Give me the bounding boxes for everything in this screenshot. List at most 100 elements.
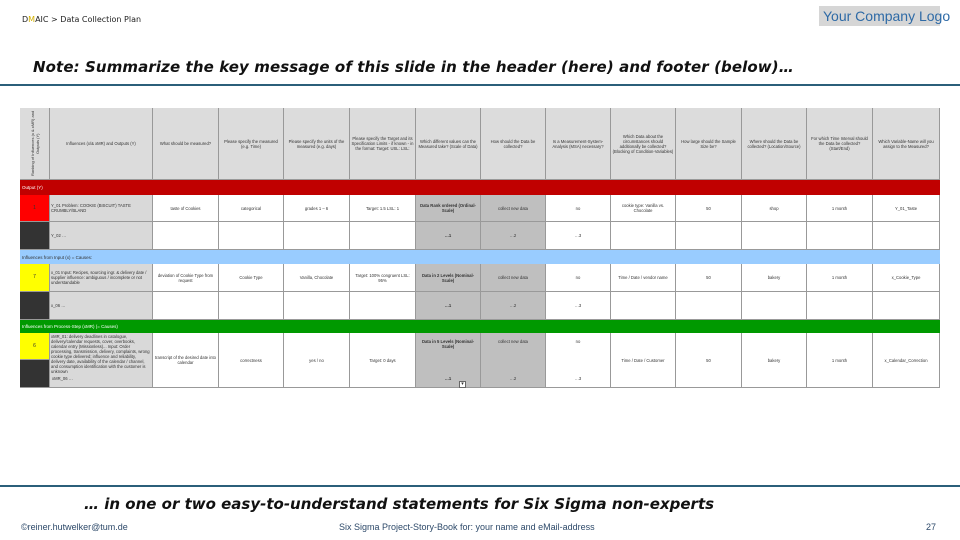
table-cell[interactable]	[284, 222, 350, 250]
table-cell[interactable]	[284, 292, 350, 320]
table-cell[interactable]: …2	[481, 222, 546, 250]
table-cell[interactable]: correctness	[219, 333, 284, 388]
data-collection-plan-table: Ranking of Influences (x & xMR) and Outp…	[20, 108, 940, 390]
table-cell[interactable]: Target: 0 days	[350, 333, 416, 388]
table-cell[interactable]: collect new data …2	[481, 333, 546, 388]
column-header[interactable]: Ranking of Influences (x & xMR) and Outp…	[20, 108, 50, 180]
column-header[interactable]: Which Data about the circumstances shoul…	[611, 108, 676, 180]
table-cell[interactable]: Target: 1.5 LSL: 1	[350, 195, 416, 222]
footer-note: … in one or two easy-to-understand state…	[84, 495, 715, 513]
table-cell[interactable]: collect new data	[481, 264, 546, 292]
table-cell[interactable]: 1 month	[807, 333, 873, 388]
table-cell[interactable]: Data Rank ordered (Ordinal-Scale)	[416, 195, 481, 222]
column-header[interactable]: Please specify the measured (e.g. Time)	[219, 108, 284, 180]
table-cell[interactable]: Time / Date / Customer	[611, 333, 676, 388]
section-band[interactable]: Output (Y)	[20, 180, 940, 195]
table-cell[interactable]	[219, 222, 284, 250]
column-header[interactable]: Is a Measurement-System-Analysis (MSA) n…	[546, 108, 611, 180]
table-cell[interactable]	[742, 292, 807, 320]
table-cell[interactable]	[807, 222, 873, 250]
column-header[interactable]: Where should the Data be collected? (Loc…	[742, 108, 807, 180]
ranking-cell[interactable]: 6	[20, 333, 50, 360]
table-cell[interactable]: no …3	[546, 333, 611, 388]
table-cell[interactable]	[350, 292, 416, 320]
breadcrumb-rest: AIC > Data Collection Plan	[35, 15, 142, 24]
table-cell[interactable]: no	[546, 264, 611, 292]
table-cell[interactable]: …1	[416, 222, 481, 250]
table-cell[interactable]	[350, 222, 416, 250]
table-cell[interactable]	[873, 222, 940, 250]
table-cell[interactable]	[807, 292, 873, 320]
table-cell[interactable]: categorical	[219, 195, 284, 222]
table-cell[interactable]: …1	[416, 292, 481, 320]
table-cell[interactable]: xMR_01: delivery deadlines in catalogue,…	[50, 333, 153, 388]
table-cell[interactable]	[219, 292, 284, 320]
table-cell[interactable]: x_Calendar_Correction	[873, 333, 940, 388]
header-note: Note: Summarize the key message of this …	[33, 58, 794, 76]
table-cell[interactable]: …3	[546, 292, 611, 320]
table-cell[interactable]: x_Cookie_Type	[873, 264, 940, 292]
company-logo: Your Company Logo	[819, 6, 950, 26]
table-cell[interactable]	[153, 222, 219, 250]
column-header[interactable]: For which Time Interval should the Data …	[807, 108, 873, 180]
table-cell[interactable]: collect new data	[481, 195, 546, 222]
table-cell[interactable]: Cookie Type	[219, 264, 284, 292]
table-cell[interactable]	[611, 222, 676, 250]
table-cell[interactable]	[873, 292, 940, 320]
table-cell[interactable]	[676, 222, 742, 250]
breadcrumb: DMAIC > Data Collection Plan	[22, 15, 141, 24]
page-number: 27	[926, 522, 937, 532]
section-band[interactable]: Influences from Input (x) = Causes:	[20, 250, 940, 264]
table-cell[interactable]: transcript of the desired date into cale…	[153, 333, 219, 388]
table-cell[interactable]: yes / no	[284, 333, 350, 388]
table-cell[interactable]: Y_01_Taste	[873, 195, 940, 222]
column-header[interactable]: Influences (x/& xMR) and Outputs (Y)	[50, 108, 153, 180]
table-cell[interactable]	[676, 292, 742, 320]
table-cell[interactable]: …2	[481, 292, 546, 320]
ranking-cell[interactable]	[20, 292, 50, 320]
column-header[interactable]: Which Variable-Name will you assign to t…	[873, 108, 940, 180]
column-header[interactable]: How should the Data be collected?	[481, 108, 546, 180]
table-cell[interactable]	[611, 292, 676, 320]
table-cell[interactable]: 50	[676, 333, 742, 388]
table-cell[interactable]	[153, 292, 219, 320]
table-cell[interactable]: bakery	[742, 264, 807, 292]
table-cell[interactable]: taste of Cookies	[153, 195, 219, 222]
footer-copyright: ©reiner.hutwelker@tum.de	[21, 522, 128, 532]
column-header[interactable]: Please specify the Target and its Specif…	[350, 108, 416, 180]
ranking-cell[interactable]	[20, 360, 50, 388]
header-divider	[0, 84, 960, 86]
table-cell[interactable]: Data in 5 Levels (Nominal-Scale) …1	[416, 333, 481, 388]
table-cell[interactable]: Time / Date / vendor name	[611, 264, 676, 292]
table-cell[interactable]: 50	[676, 264, 742, 292]
table-cell[interactable]: …3	[546, 222, 611, 250]
table-cell[interactable]: x_01 Input: Recipes, sourcing ingr. & de…	[50, 264, 153, 292]
table-cell[interactable]	[742, 222, 807, 250]
table-cell[interactable]: Target: 100% congruent LSL: 95%	[350, 264, 416, 292]
table-cell[interactable]: no	[546, 195, 611, 222]
table-cell[interactable]: shop	[742, 195, 807, 222]
ranking-cell[interactable]: 1	[20, 195, 50, 222]
table-cell[interactable]: grades 1 – 6	[284, 195, 350, 222]
column-header[interactable]: What should be measured?	[153, 108, 219, 180]
table-cell[interactable]: bakery	[742, 333, 807, 388]
footer-book-title: Six Sigma Project-Story-Book for: your n…	[339, 522, 595, 532]
table-cell[interactable]: Y_01 Problem: COOKIE (BISCUIT) TASTE CRU…	[50, 195, 153, 222]
column-header[interactable]: How large should the Sample Size be?	[676, 108, 742, 180]
table-cell[interactable]: 50	[676, 195, 742, 222]
table-cell[interactable]: Vanilla, Chocolate	[284, 264, 350, 292]
column-header[interactable]: Which different values can the Measured …	[416, 108, 481, 180]
dropdown-arrow-icon[interactable]: ▾	[459, 381, 466, 388]
section-band[interactable]: Influences from Process-Step (xMR) (= Ca…	[20, 320, 940, 333]
column-header[interactable]: Please specify the units of the measured…	[284, 108, 350, 180]
table-cell[interactable]: x_06 …	[50, 292, 153, 320]
table-cell[interactable]: Data in 2 Levels (Nominal-Scale)	[416, 264, 481, 292]
table-cell[interactable]: deviation of Cookie Type from request	[153, 264, 219, 292]
table-cell[interactable]: cookie type: Vanilla vs. Chocolate	[611, 195, 676, 222]
table-cell[interactable]: 1 month	[807, 264, 873, 292]
table-cell[interactable]: 1 month	[807, 195, 873, 222]
ranking-cell[interactable]: 7	[20, 264, 50, 292]
ranking-cell[interactable]	[20, 222, 50, 250]
table-cell[interactable]: Y_02 …	[50, 222, 153, 250]
footer-divider	[0, 485, 960, 487]
